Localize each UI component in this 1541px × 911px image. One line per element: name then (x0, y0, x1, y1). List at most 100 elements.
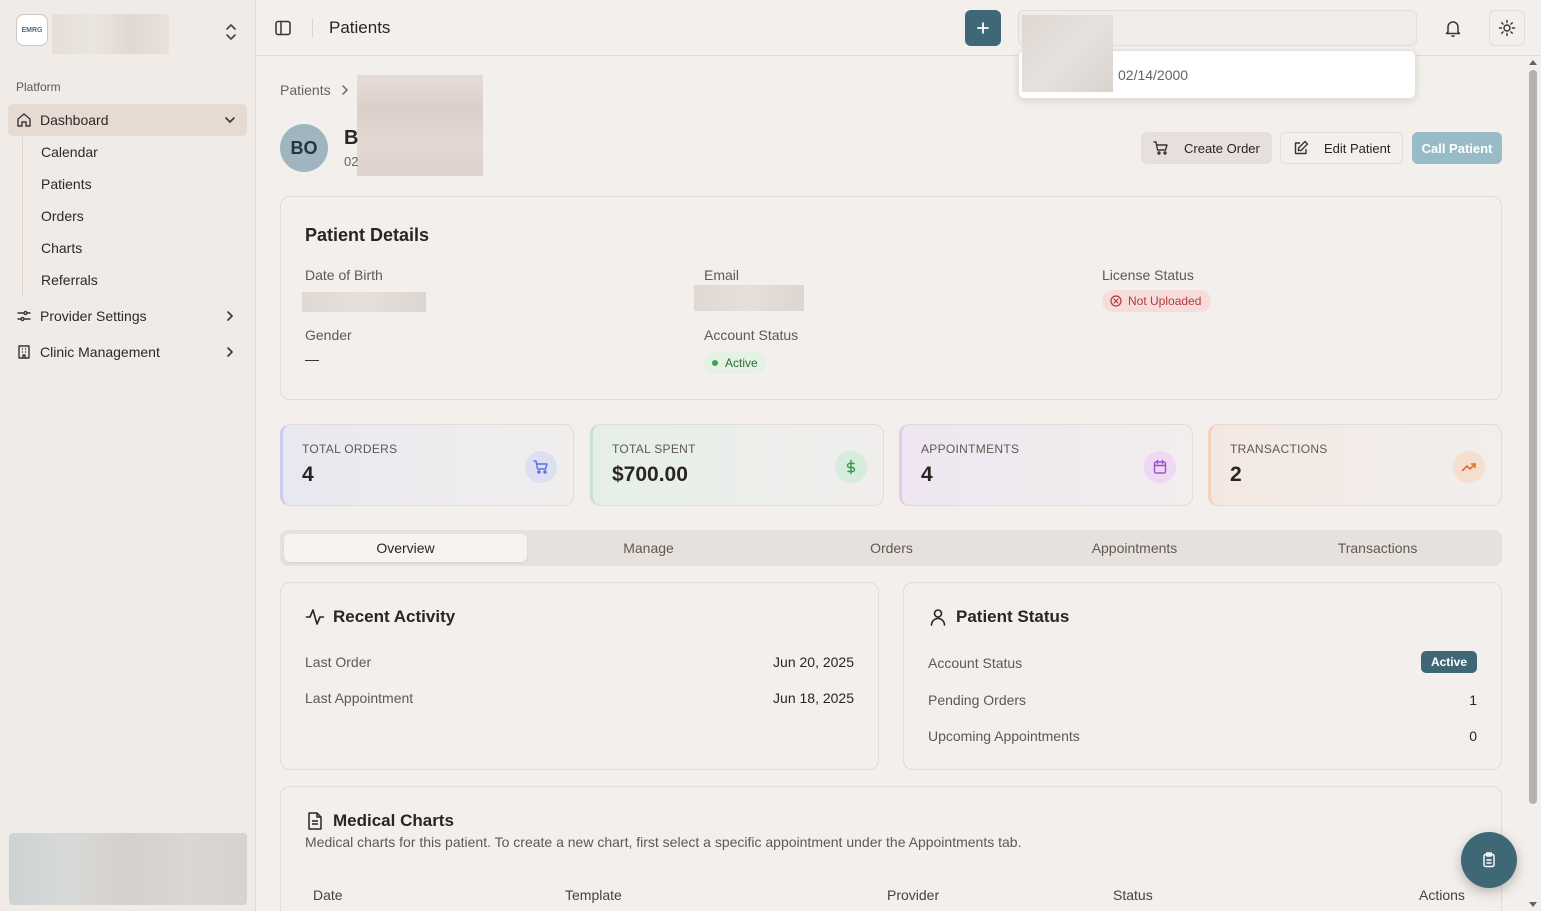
brand-logo: EMRG (16, 14, 48, 46)
tab-appointments[interactable]: Appointments (1013, 534, 1256, 562)
stat-card-transactions: TRANSACTIONS 2 (1208, 424, 1502, 506)
home-icon (16, 112, 32, 128)
chevron-right-icon (339, 84, 351, 96)
column-header-date[interactable]: Date (313, 887, 343, 903)
brand-name-redacted (52, 14, 169, 54)
status-badge: Active (1420, 651, 1477, 673)
column-header-template[interactable]: Template (565, 887, 622, 903)
sidebar: EMRG Platform Dashboard Calendar Patient… (0, 0, 256, 911)
column-header-actions[interactable]: Actions (1419, 887, 1465, 903)
upcoming-appointments-label: Upcoming Appointments (928, 728, 1080, 744)
card-title-text: Patient Status (956, 607, 1070, 626)
pending-orders-value: 1 (1469, 692, 1477, 708)
sidebar-subitem-referrals[interactable]: Referrals (41, 272, 98, 288)
add-button[interactable] (965, 10, 1001, 46)
last-appointment-value: Jun 18, 2025 (773, 690, 854, 706)
sun-icon (1498, 19, 1516, 37)
stat-value: 4 (921, 463, 933, 486)
scroll-down-arrow-icon[interactable] (1528, 899, 1538, 909)
chevrons-up-down-icon[interactable] (222, 22, 240, 42)
clipboard-fab-button[interactable] (1461, 832, 1517, 888)
sidebar-item-label: Clinic Management (40, 344, 160, 360)
dob-label: Date of Birth (305, 267, 383, 283)
email-value-redacted (694, 285, 804, 311)
sidebar-item-provider-settings[interactable]: Provider Settings (8, 300, 247, 332)
sidebar-subitem-patients[interactable]: Patients (41, 176, 92, 192)
subnav-line (22, 137, 23, 297)
account-status-label: Account Status (928, 655, 1023, 671)
last-order-label: Last Order (305, 654, 372, 670)
sliders-icon (16, 308, 32, 324)
tab-bar: Overview Manage Orders Appointments Tran… (280, 530, 1502, 566)
call-patient-button[interactable]: Call Patient (1412, 132, 1502, 164)
stat-label: TOTAL ORDERS (302, 442, 398, 456)
column-header-provider[interactable]: Provider (887, 887, 939, 903)
patient-subtitle: 02 (344, 154, 359, 169)
license-status-text: Not Uploaded (1128, 294, 1202, 308)
patient-name-redacted (357, 75, 483, 176)
brand[interactable]: EMRG (16, 14, 48, 46)
upcoming-appointments-value: 0 (1469, 728, 1477, 744)
edit-patient-label: Edit Patient (1324, 140, 1391, 156)
gender-label: Gender (305, 327, 352, 343)
divider (312, 18, 313, 38)
edit-patient-button[interactable]: Edit Patient (1280, 132, 1403, 164)
user-profile-redacted[interactable] (9, 833, 247, 905)
x-circle-icon (1110, 295, 1122, 307)
tab-manage[interactable]: Manage (527, 534, 770, 562)
breadcrumb-patients-link[interactable]: Patients (280, 82, 331, 98)
sidebar-subitem-calendar[interactable]: Calendar (41, 144, 98, 160)
breadcrumb: Patients (280, 82, 351, 98)
section-label-platform: Platform (16, 80, 61, 94)
scrollbar[interactable] (1527, 58, 1539, 911)
chevron-right-icon (223, 309, 237, 323)
stat-card-total-spent: TOTAL SPENT $700.00 (590, 424, 884, 506)
chevron-down-icon (223, 113, 237, 127)
cart-icon (1153, 140, 1169, 156)
medical-charts-description: Medical charts for this patient. To crea… (305, 834, 1022, 850)
page-title: Patients (329, 18, 391, 37)
sidebar-subitem-charts[interactable]: Charts (41, 240, 82, 256)
theme-toggle-button[interactable] (1489, 10, 1525, 46)
patient-status-card: Patient Status Account Status Active Pen… (903, 582, 1502, 770)
sidebar-item-label: Provider Settings (40, 308, 147, 324)
card-title: Patient Details (305, 225, 430, 245)
cart-icon (525, 451, 557, 483)
building-icon (16, 344, 32, 360)
clipboard-icon (1483, 852, 1495, 868)
sidebar-item-label: Dashboard (40, 112, 109, 128)
activity-icon (305, 607, 325, 627)
card-title-text: Medical Charts (333, 811, 454, 830)
tab-orders[interactable]: Orders (770, 534, 1013, 562)
scroll-thumb[interactable] (1529, 70, 1537, 804)
tab-transactions[interactable]: Transactions (1256, 534, 1499, 562)
tab-overview[interactable]: Overview (284, 534, 527, 562)
bell-icon[interactable] (1444, 18, 1462, 38)
last-appointment-label: Last Appointment (305, 690, 414, 706)
search-result-date[interactable]: 02/14/2000 (1118, 67, 1188, 83)
account-status-text: Active (725, 356, 758, 370)
dob-value-redacted (302, 292, 426, 312)
sidebar-subitem-orders[interactable]: Orders (41, 208, 84, 224)
account-status-label: Account Status (704, 327, 799, 343)
trending-up-icon (1453, 451, 1485, 483)
column-header-status[interactable]: Status (1113, 887, 1153, 903)
license-status-badge: Not Uploaded (1102, 290, 1212, 312)
stat-label: TOTAL SPENT (612, 442, 696, 456)
scroll-up-arrow-icon[interactable] (1528, 58, 1538, 68)
create-order-button[interactable]: Create Order (1141, 132, 1272, 164)
card-title: Medical Charts (305, 811, 454, 831)
stat-value: 4 (302, 463, 314, 486)
account-status-badge: Active (704, 352, 766, 374)
topbar: Patients (256, 0, 1541, 56)
card-title: Recent Activity (305, 607, 455, 627)
sidebar-item-clinic-management[interactable]: Clinic Management (8, 336, 247, 368)
dollar-icon (835, 451, 867, 483)
sidebar-item-dashboard[interactable]: Dashboard (8, 104, 247, 136)
chevron-right-icon (223, 345, 237, 359)
stat-card-total-orders: TOTAL ORDERS 4 (280, 424, 574, 506)
stat-label: TRANSACTIONS (1230, 442, 1328, 456)
create-order-label: Create Order (1184, 140, 1260, 156)
sidebar-toggle-icon[interactable] (274, 19, 292, 37)
user-icon (928, 607, 948, 627)
